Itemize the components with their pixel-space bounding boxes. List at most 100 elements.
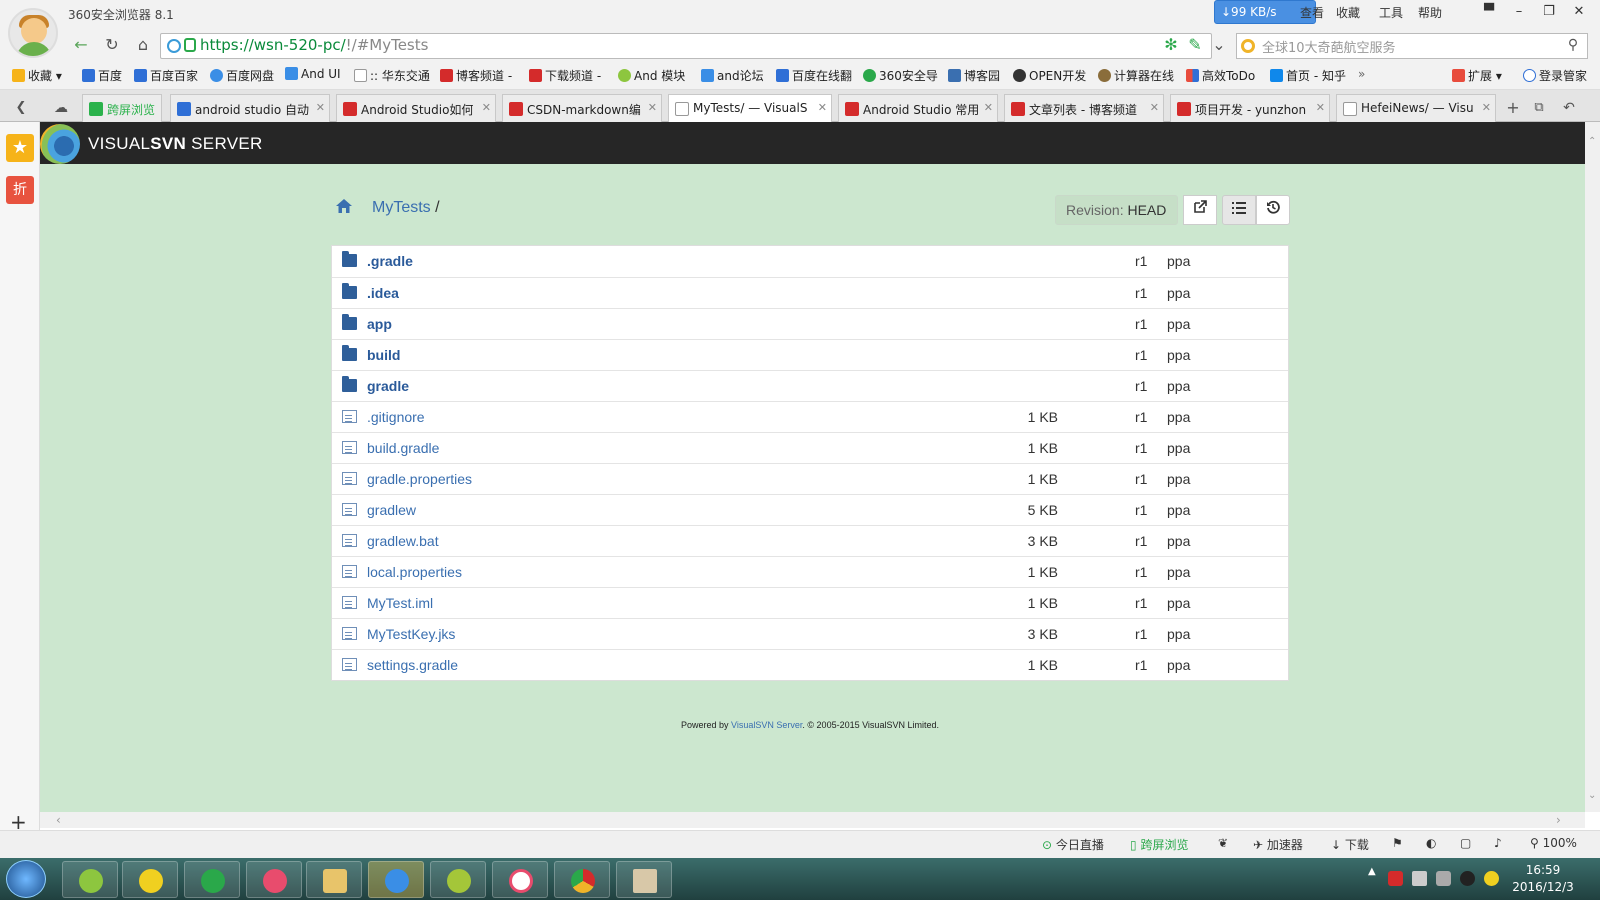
file-row[interactable]: gradle.properties 1 KB r1 ppa <box>332 463 1288 494</box>
file-row[interactable]: gradlew.bat 3 KB r1 ppa <box>332 525 1288 556</box>
entry-name[interactable]: gradlew.bat <box>367 533 439 549</box>
status-accelerator[interactable]: ✈ 加速器 <box>1253 836 1303 853</box>
file-row[interactable]: MyTestKey.jks 3 KB r1 ppa <box>332 618 1288 649</box>
taskbar-app-360[interactable] <box>184 861 240 898</box>
history-button[interactable] <box>1256 195 1290 225</box>
tray-app-icon[interactable] <box>1484 871 1499 886</box>
status-download[interactable]: ↓ 下载 <box>1331 836 1369 853</box>
tab-list-icon[interactable]: ⧉ <box>1528 97 1550 119</box>
bookmark-huadong[interactable]: :: 华东交通 <box>354 67 430 84</box>
entry-name[interactable]: .gradle <box>367 253 413 269</box>
bookmark-360-nav[interactable]: 360安全导 <box>863 67 938 84</box>
svn-brand[interactable]: VISUALSVN SERVER <box>88 134 263 154</box>
open-external-button[interactable] <box>1183 195 1217 225</box>
bookmark-and-ui[interactable]: And UI <box>285 67 341 81</box>
entry-revision[interactable]: r1 <box>1135 471 1147 487</box>
search-icon[interactable]: ⚲ <box>1562 34 1584 56</box>
list-view-button[interactable] <box>1222 195 1256 225</box>
url-dropdown-icon[interactable]: ⌄ <box>1208 34 1230 56</box>
tab-cross-screen[interactable]: 跨屏浏览 <box>82 94 162 122</box>
star-icon[interactable]: ★ <box>6 134 34 162</box>
tab-mytests-active[interactable]: MyTests/ — VisualS ✕ <box>668 94 832 123</box>
qq-icon[interactable] <box>1460 871 1475 886</box>
close-button[interactable]: ✕ <box>1566 2 1592 24</box>
scroll-up-icon[interactable]: ⌃ <box>1588 136 1596 147</box>
entry-name[interactable]: gradle <box>367 378 409 394</box>
entry-revision[interactable]: r1 <box>1135 564 1147 580</box>
entry-name[interactable]: settings.gradle <box>367 657 458 673</box>
status-zoom[interactable]: ⚲ 100% <box>1530 836 1577 850</box>
taskbar-app-2[interactable] <box>122 861 178 898</box>
revision-selector[interactable]: Revision: HEAD <box>1055 195 1178 225</box>
entry-revision[interactable]: r1 <box>1135 440 1147 456</box>
entry-revision[interactable]: r1 <box>1135 347 1147 363</box>
horizontal-scrollbar[interactable] <box>40 812 1585 828</box>
extensions-menu[interactable]: 扩展 ▾ <box>1452 67 1502 84</box>
login-manager[interactable]: 登录管家 <box>1523 67 1587 84</box>
tab-android-studio-how[interactable]: Android Studio如何 ✕ <box>336 94 496 122</box>
entry-revision[interactable]: r1 <box>1135 533 1147 549</box>
entry-name[interactable]: app <box>367 316 392 332</box>
file-row[interactable]: .gitignore 1 KB r1 ppa <box>332 401 1288 432</box>
tab-scroll-left-icon[interactable]: ❮ <box>10 97 32 119</box>
tab-hefeinews[interactable]: HefeiNews/ — Visu ✕ <box>1336 94 1496 122</box>
bookmark-open-dev[interactable]: OPEN开发 <box>1013 67 1086 84</box>
menu-view[interactable]: 查看 <box>1300 4 1324 21</box>
skin-icon[interactable]: ▀ <box>1476 2 1502 24</box>
start-button-icon[interactable] <box>6 860 46 898</box>
folder-row[interactable]: gradle r1 ppa <box>332 370 1288 401</box>
taskbar-app-1[interactable] <box>62 861 118 898</box>
sound-icon[interactable]: ♪ <box>1494 836 1502 850</box>
menu-tools[interactable]: 工具 <box>1379 4 1403 21</box>
entry-name[interactable]: build <box>367 347 400 363</box>
entry-name[interactable]: gradlew <box>367 502 416 518</box>
browser-icon[interactable]: ◐ <box>1426 836 1436 850</box>
entry-name[interactable]: MyTestKey.jks <box>367 626 455 642</box>
scroll-down-icon[interactable]: ⌄ <box>1588 790 1596 801</box>
speedup-icon[interactable]: ✻ <box>1160 34 1182 56</box>
entry-revision[interactable]: r1 <box>1135 409 1147 425</box>
entry-revision[interactable]: r1 <box>1135 626 1147 642</box>
bookmarks-more-icon[interactable]: » <box>1358 67 1365 81</box>
window-icon[interactable]: ▢ <box>1460 836 1471 850</box>
folder-row[interactable]: app r1 ppa <box>332 308 1288 339</box>
scroll-left-icon[interactable]: ‹ <box>56 813 61 827</box>
entry-name[interactable]: gradle.properties <box>367 471 472 487</box>
file-row[interactable]: settings.gradle 1 KB r1 ppa <box>332 649 1288 680</box>
bookmark-todo[interactable]: 高效ToDo <box>1186 67 1255 84</box>
file-row[interactable]: MyTest.iml 1 KB r1 ppa <box>332 587 1288 618</box>
entry-revision[interactable]: r1 <box>1135 595 1147 611</box>
taskbar-explorer[interactable] <box>306 861 362 898</box>
scroll-right-icon[interactable]: › <box>1556 813 1561 827</box>
new-tab-icon[interactable]: + <box>1502 97 1524 119</box>
bookmark-zhihu[interactable]: 首页 - 知乎 <box>1270 67 1346 84</box>
taskbar-android-studio[interactable] <box>430 861 486 898</box>
deal-icon[interactable]: 折 <box>6 176 34 204</box>
taskbar-app-8[interactable] <box>492 861 548 898</box>
taskbar-app-10[interactable] <box>616 861 672 898</box>
entry-revision[interactable]: r1 <box>1135 378 1147 394</box>
entry-name[interactable]: .gitignore <box>367 409 425 425</box>
bookmark-and-module[interactable]: And 模块 <box>618 67 685 84</box>
bookmark-cnblogs[interactable]: 博客园 <box>948 67 1000 84</box>
home-icon[interactable] <box>335 198 353 214</box>
entry-revision[interactable]: r1 <box>1135 253 1147 269</box>
file-row[interactable]: build.gradle 1 KB r1 ppa <box>332 432 1288 463</box>
taskbar-app-4[interactable] <box>246 861 302 898</box>
flag-icon[interactable]: ⚑ <box>1392 836 1403 850</box>
entry-name[interactable]: MyTest.iml <box>367 595 433 611</box>
minimize-button[interactable]: – <box>1506 2 1532 24</box>
bookmark-download-channel[interactable]: 下载频道 - <box>529 67 601 84</box>
status-live[interactable]: ⊙ 今日直播 <box>1042 836 1104 853</box>
maximize-button[interactable]: ❐ <box>1536 2 1562 24</box>
tab-article-list[interactable]: 文章列表 - 博客频道 ✕ <box>1004 94 1164 122</box>
network-icon[interactable] <box>1436 871 1451 886</box>
tab-csdn-markdown[interactable]: CSDN-markdown编 ✕ <box>502 94 662 122</box>
footer-visualsvn-link[interactable]: VisualSVN Server <box>731 720 802 730</box>
user-avatar[interactable] <box>8 8 58 58</box>
folder-row[interactable]: .idea r1 ppa <box>332 277 1288 308</box>
entry-revision[interactable]: r1 <box>1135 285 1147 301</box>
taskbar-app-6[interactable] <box>368 861 424 898</box>
tab-project-dev[interactable]: 项目开发 - yunzhon ✕ <box>1170 94 1330 122</box>
file-row[interactable]: local.properties 1 KB r1 ppa <box>332 556 1288 587</box>
